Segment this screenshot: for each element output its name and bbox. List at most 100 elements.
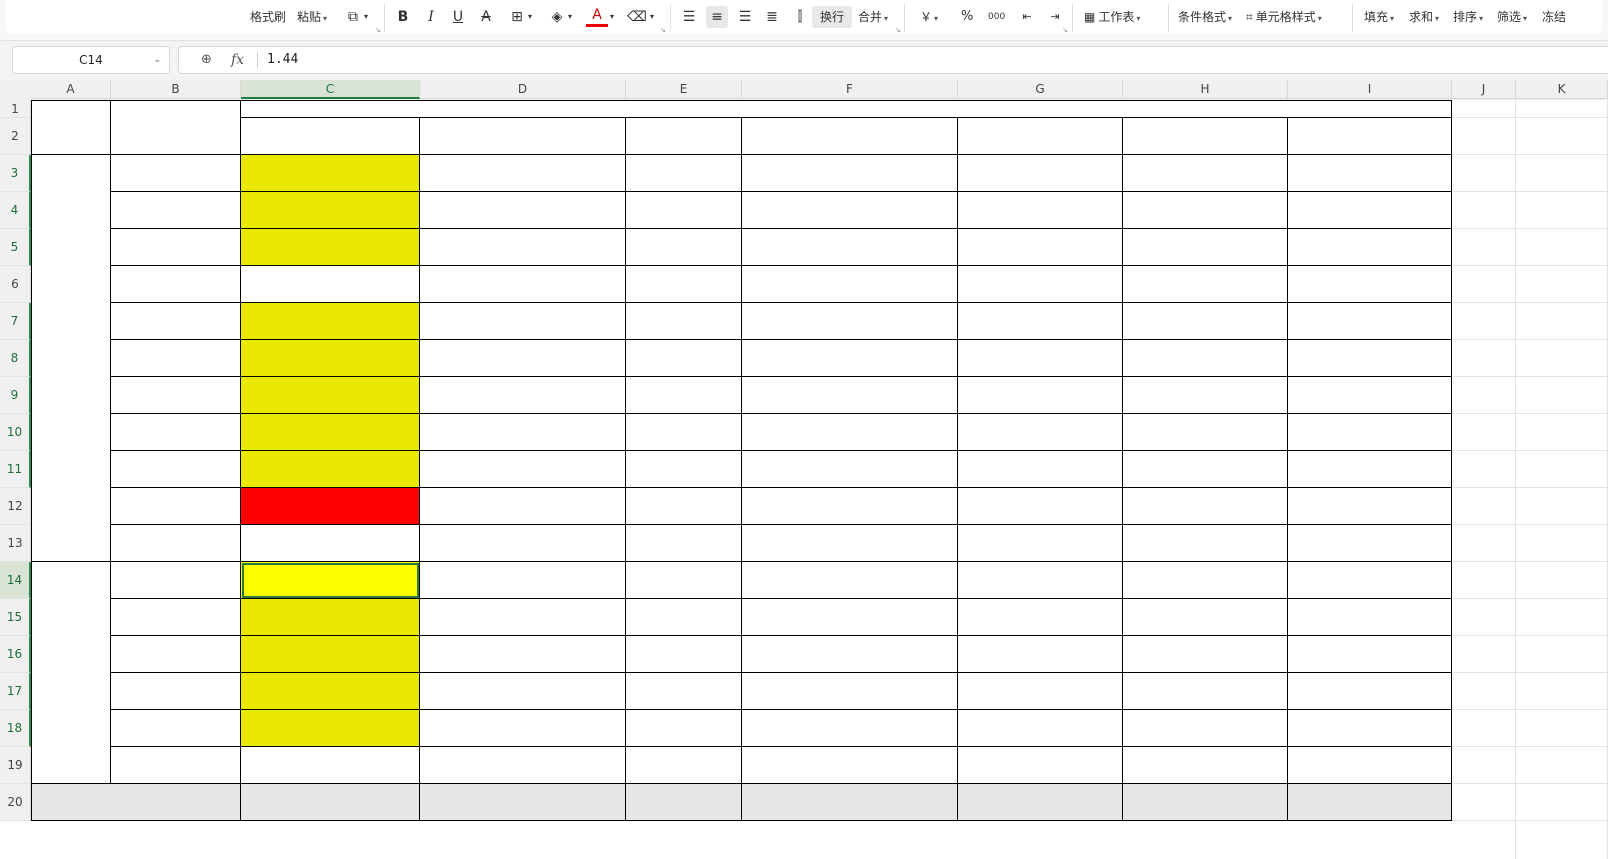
data-cell[interactable] bbox=[1123, 266, 1288, 303]
row-header-19[interactable]: 19 bbox=[0, 747, 31, 784]
data-cell[interactable] bbox=[1288, 414, 1452, 451]
data-cell[interactable] bbox=[1288, 673, 1452, 710]
italic-icon[interactable]: I bbox=[420, 6, 442, 28]
name-cell[interactable] bbox=[111, 155, 241, 192]
formula-input[interactable]: 1.44 bbox=[267, 47, 298, 73]
header-name[interactable] bbox=[111, 100, 241, 155]
subheader-cell[interactable] bbox=[1123, 118, 1288, 155]
sort-button[interactable]: 排序 ▾ bbox=[1453, 6, 1483, 28]
data-cell[interactable] bbox=[958, 451, 1123, 488]
data-cell[interactable] bbox=[241, 451, 420, 488]
floor-label-1[interactable] bbox=[31, 155, 111, 562]
data-cell[interactable] bbox=[958, 192, 1123, 229]
header-group[interactable] bbox=[241, 100, 1452, 118]
row-header-9[interactable]: 9 bbox=[0, 377, 31, 414]
formula-bar[interactable]: ⊕ fx 1.44 bbox=[178, 46, 1608, 74]
name-cell[interactable] bbox=[111, 303, 241, 340]
name-cell[interactable] bbox=[111, 599, 241, 636]
subheader-cell[interactable] bbox=[1288, 118, 1452, 155]
subtotal-cell[interactable] bbox=[241, 747, 420, 784]
grand-total-cell[interactable] bbox=[241, 784, 420, 821]
data-cell[interactable] bbox=[1288, 451, 1452, 488]
data-cell[interactable] bbox=[1123, 710, 1288, 747]
data-cell[interactable] bbox=[626, 710, 742, 747]
expand-corner-icon[interactable]: ↘ bbox=[1062, 26, 1068, 34]
subtotal-cell[interactable] bbox=[1288, 747, 1452, 784]
column-header-a[interactable]: A bbox=[31, 80, 111, 99]
subheader-cell[interactable] bbox=[958, 118, 1123, 155]
data-cell[interactable] bbox=[958, 414, 1123, 451]
data-cell[interactable] bbox=[1288, 266, 1452, 303]
data-cell[interactable] bbox=[420, 636, 626, 673]
data-cell[interactable] bbox=[241, 414, 420, 451]
data-cell[interactable] bbox=[1123, 155, 1288, 192]
align-left-icon[interactable]: ☰ bbox=[678, 6, 700, 28]
data-cell[interactable] bbox=[958, 562, 1123, 599]
data-cell[interactable] bbox=[958, 710, 1123, 747]
data-cell[interactable] bbox=[626, 192, 742, 229]
grand-total-cell[interactable] bbox=[1123, 784, 1288, 821]
data-cell[interactable] bbox=[626, 599, 742, 636]
subtotal-label[interactable] bbox=[111, 525, 241, 562]
row-header-13[interactable]: 13 bbox=[0, 525, 31, 562]
data-cell[interactable] bbox=[420, 599, 626, 636]
data-cell[interactable] bbox=[1123, 599, 1288, 636]
row-header-2[interactable]: 2 bbox=[0, 118, 31, 155]
header-floor[interactable] bbox=[31, 100, 111, 155]
name-cell[interactable] bbox=[111, 229, 241, 266]
data-cell[interactable] bbox=[1288, 599, 1452, 636]
data-cell[interactable] bbox=[420, 414, 626, 451]
name-cell[interactable] bbox=[111, 562, 241, 599]
active-cell[interactable] bbox=[241, 562, 420, 599]
data-cell[interactable] bbox=[420, 229, 626, 266]
strikethrough-icon[interactable]: A bbox=[475, 6, 497, 28]
data-cell[interactable] bbox=[1288, 229, 1452, 266]
subheader-cell[interactable] bbox=[626, 118, 742, 155]
data-cell[interactable] bbox=[241, 710, 420, 747]
chevron-down-icon[interactable]: ▾ bbox=[528, 6, 532, 28]
row-header-17[interactable]: 17 bbox=[0, 673, 31, 710]
data-cell[interactable] bbox=[1288, 192, 1452, 229]
data-cell[interactable] bbox=[742, 451, 958, 488]
row-header-18[interactable]: 18 bbox=[0, 710, 31, 747]
data-cell[interactable] bbox=[742, 414, 958, 451]
data-cell[interactable] bbox=[241, 229, 420, 266]
align-right-icon[interactable]: ☰ bbox=[734, 6, 756, 28]
row-header-7[interactable]: 7 bbox=[0, 303, 31, 340]
floor-label-2[interactable] bbox=[31, 562, 111, 784]
data-cell[interactable] bbox=[1123, 636, 1288, 673]
column-header-g[interactable]: G bbox=[958, 80, 1123, 99]
data-cell[interactable] bbox=[626, 340, 742, 377]
row-header-3[interactable]: 3 bbox=[0, 155, 31, 192]
column-header-j[interactable]: J bbox=[1452, 80, 1516, 99]
currency-button[interactable]: ￥ ▾ bbox=[920, 6, 938, 28]
data-cell[interactable] bbox=[241, 636, 420, 673]
data-cell[interactable] bbox=[626, 377, 742, 414]
grand-total-label[interactable] bbox=[31, 784, 241, 821]
data-cell[interactable] bbox=[958, 673, 1123, 710]
data-cell[interactable] bbox=[1288, 488, 1452, 525]
chevron-down-icon[interactable]: ▾ bbox=[610, 6, 614, 28]
data-cell[interactable] bbox=[958, 488, 1123, 525]
data-cell[interactable] bbox=[742, 377, 958, 414]
spreadsheet-grid[interactable]: ◢ ABCDEFGHIJK 12345678910111213141516171… bbox=[0, 80, 1608, 859]
name-cell[interactable] bbox=[111, 636, 241, 673]
data-cell[interactable] bbox=[420, 340, 626, 377]
format-painter-button[interactable]: 格式刷 bbox=[250, 6, 286, 28]
data-cell[interactable] bbox=[1123, 562, 1288, 599]
subheader-cell[interactable] bbox=[420, 118, 626, 155]
data-cell[interactable] bbox=[1288, 340, 1452, 377]
data-cell[interactable] bbox=[958, 599, 1123, 636]
data-cell[interactable] bbox=[958, 340, 1123, 377]
grand-total-cell[interactable] bbox=[420, 784, 626, 821]
column-header-c[interactable]: C bbox=[241, 80, 420, 99]
data-cell[interactable] bbox=[241, 303, 420, 340]
data-cell[interactable] bbox=[626, 303, 742, 340]
increase-decimal-icon[interactable]: ⇤ bbox=[1016, 6, 1038, 28]
data-cell[interactable] bbox=[742, 710, 958, 747]
fill-button[interactable]: 填充 ▾ bbox=[1364, 6, 1394, 28]
data-cell[interactable] bbox=[626, 414, 742, 451]
data-cell[interactable] bbox=[1123, 229, 1288, 266]
data-cell[interactable] bbox=[420, 155, 626, 192]
column-header-e[interactable]: E bbox=[626, 80, 742, 99]
